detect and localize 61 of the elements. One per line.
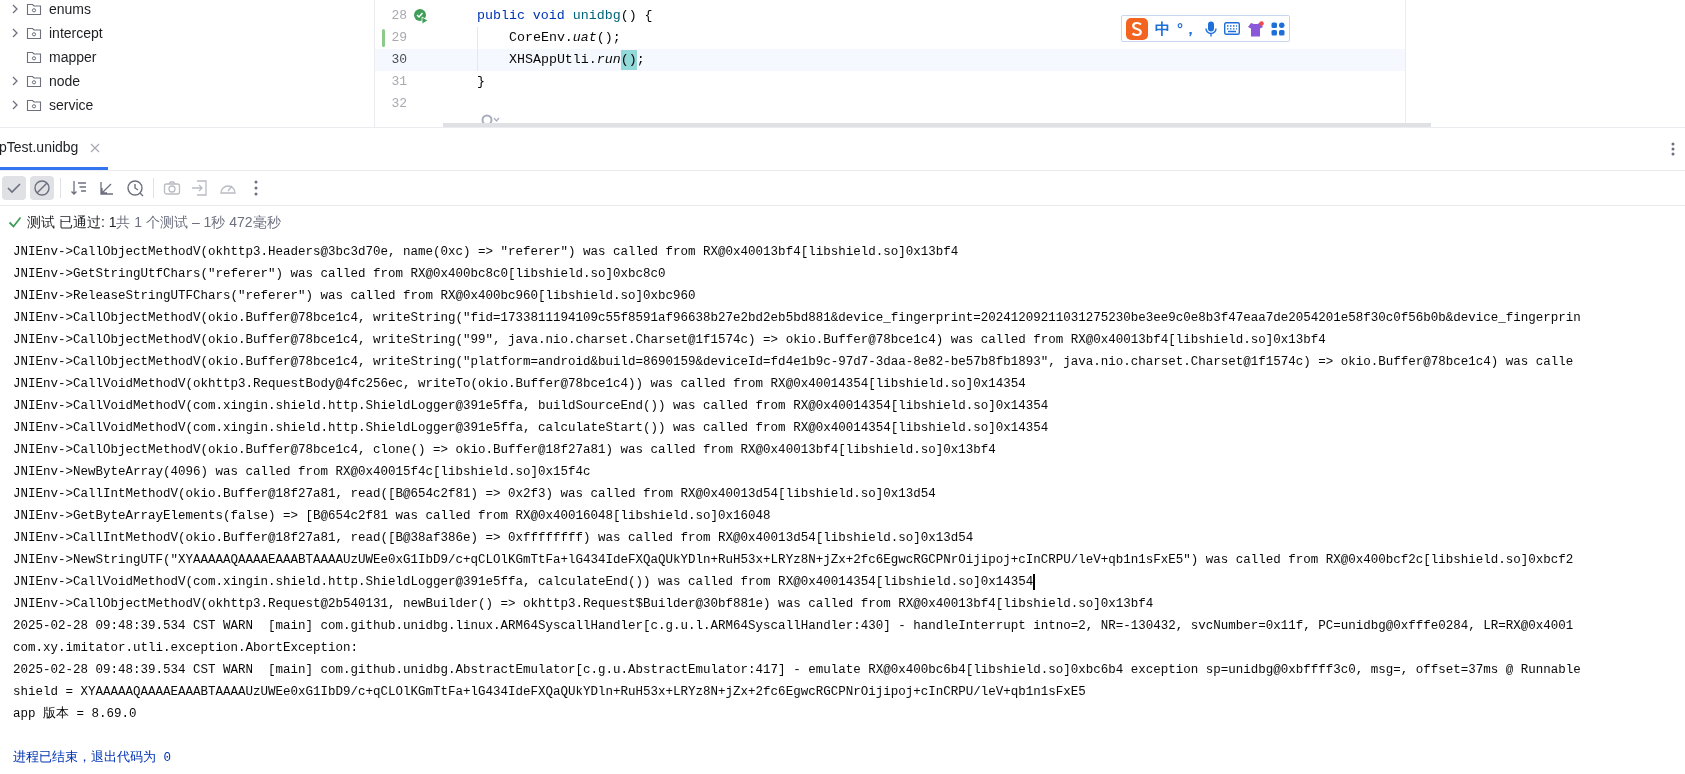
chevron-right-icon[interactable] <box>10 100 20 110</box>
close-icon[interactable] <box>90 142 101 153</box>
console-line: JNIEnv->CallIntMethodV(okio.Buffer@18f27a81, read([B@654c2f81) => 0x2f3) was called from RX@0x40013d54[libshield.so]0x13d54 <box>13 485 936 503</box>
change-marker[interactable] <box>382 29 385 47</box>
package-folder-icon <box>26 50 42 64</box>
code-line: CoreEnv.uat(); <box>509 29 621 48</box>
console-line: JNIEnv->CallVoidMethodV(com.xingin.shield.http.ShieldLogger@391e5ffa, calculateStart()) was called from RX@0x40014354[libshield.so]0x14354 <box>13 419 1049 437</box>
console-line: JNIEnv->CallObjectMethodV(okhttp3.Headers@3bc3d70e, name(0xc) => "referer") was called from RX@0x40013bf4[libshield.so]0x13bf4 <box>13 243 959 261</box>
console-line: JNIEnv->CallObjectMethodV(okio.Buffer@78bce1c4, writeString("platform=android&build=8690159&deviceId=fd4e1b9c-97d7-3daa-8e82-be57b8fb1893", java.nio.charset.Charset@1f1574c) => okio.Buffer@78bce1c4) was calle <box>13 353 1574 371</box>
exit-message: 进程已结束，退出代码为 0 <box>13 749 171 767</box>
line-number: 28 <box>390 7 407 26</box>
console-line: 2025-02-28 09:48:39.534 CST WARN [main] com.github.unidbg.AbstractEmulator[c.g.u.AbstractEmulator:417] - emulate RX@0x400bc6b4[libshield.so]0xbc6b4 exception sp=unidbg@0xbffff3c0, msg=, offset=37ms @ Runnable <box>13 661 1581 679</box>
code-line: XHSAppUtli.run(); <box>509 50 645 70</box>
console-line: JNIEnv->CallObjectMethodV(okio.Buffer@78bce1c4, writeString("fid=1733811194109c55f8591af96638b27e2bd2eb5bd881&device_fingerprint=20241209211031275230be3ee9c0e8b3f47eaa7de2054201e58f30c0f56b0b&device_fingerprin <box>13 309 1581 327</box>
package-folder-icon <box>26 2 42 16</box>
console-line: JNIEnv->CallObjectMethodV(okio.Buffer@78bce1c4, clone() => okio.Buffer@18f27a81) was called from RX@0x40013bf4[libshield.so]0x13bf4 <box>13 441 996 459</box>
ime-mode-toggle[interactable]: 中 <box>1155 21 1170 36</box>
line-number: 30 <box>390 51 407 70</box>
line-number: 31 <box>390 73 407 92</box>
chevron-right-icon[interactable] <box>10 28 20 38</box>
run-test-icon[interactable] <box>413 8 429 24</box>
package-folder-icon <box>26 74 42 88</box>
console-line: JNIEnv->NewStringUTF("XYAAAAAQAAAAEAAABTAAAAUzUWEe0xG1IbD9/c+qCLOlKGmTtFa+lG434IdeFXQaQUkYDln+RuH53x+LRYz8N+jZx+2fc6EgwcRGCPNrOijipoj+cInCRPU/leV+qb1n1sFxE5") was called from RX@0x400bcf2c[libshield.so]0xbcf2 <box>13 551 1574 569</box>
package-folder-icon <box>26 26 42 40</box>
horizontal-scrollbar[interactable] <box>443 123 1431 127</box>
tree-item[interactable]: intercept <box>49 22 103 44</box>
console-line: JNIEnv->CallIntMethodV(okio.Buffer@18f27a81, read([B@38af386e) => 0xffffffff) was called from RX@0x40013d54[libshield.so]0x13d54 <box>13 529 974 547</box>
console-line: JNIEnv->CallObjectMethodV(okhttp3.Request@2b540131, newBuilder() => okhttp3.Request$Builder@30bf881e) was called from RX@0x40013bf4[libshield.so]0x13bf4 <box>13 595 1154 613</box>
console-line: JNIEnv->GetStringUtfChars("referer") was called from RX@0x400bc8c0[libshield.so]0xbc8c0 <box>13 265 666 283</box>
package-folder-icon <box>26 98 42 112</box>
test-status-detail: 共 1 个测试 – 1秒 472毫秒 <box>116 212 281 232</box>
tree-item[interactable]: service <box>49 94 94 116</box>
line-number: 32 <box>390 95 407 114</box>
tree-item[interactable]: mapper <box>49 46 97 68</box>
console-line: 2025-02-28 09:48:39.534 CST WARN [main] com.github.unidbg.linux.ARM64SyscallHandler[c.g.u.l.ARM64SyscallHandler:430] - handleInterrupt intno=2, NR=-130432, svcNumber=0x11f, PC=unidbg@0xfffe0284, LR=RX@0x4001 <box>13 617 1574 635</box>
console-line: JNIEnv->NewByteArray(4096) was called from RX@0x40015f4c[libshield.so]0x15f4c <box>13 463 591 481</box>
code-line: } <box>477 73 485 92</box>
console-line: JNIEnv->CallVoidMethodV(okhttp3.RequestBody@4fc256ec, writeTo(okio.Buffer@78bce1c4)) was called from RX@0x40014354[libshield.so]0x14354 <box>13 375 1026 393</box>
tree-item[interactable]: enums <box>49 0 92 20</box>
ime-mode-toggle[interactable]: °， <box>1177 21 1198 36</box>
chevron-right-icon[interactable] <box>10 4 20 14</box>
chevron-right-icon[interactable] <box>10 76 20 86</box>
run-tab[interactable]: pTest.unidbg <box>0 128 109 170</box>
tree-item[interactable]: node <box>49 70 81 92</box>
console-line: JNIEnv->CallObjectMethodV(okio.Buffer@78bce1c4, writeString("99", java.nio.charset.Charset@1f1574c) => okio.Buffer@78bce1c4) was called from RX@0x40013bf4[libshield.so]0x13bf4 <box>13 331 1326 349</box>
keyboard-icon[interactable] <box>1224 22 1240 35</box>
grid-icon[interactable] <box>1271 21 1285 36</box>
console-line: JNIEnv->GetByteArrayElements(false) => [B@654c2f81 was called from RX@0x40016048[libshield.so]0x16048 <box>13 507 771 525</box>
microphone-icon[interactable] <box>1205 20 1217 37</box>
code-line: public void unidbg() { <box>477 7 653 26</box>
console-line: com.xy.imitator.utli.exception.AbortException: <box>13 639 359 657</box>
line-number: 29 <box>390 29 407 48</box>
console-line: JNIEnv->CallVoidMethodV(com.xingin.shield.http.ShieldLogger@391e5ffa, buildSourceEnd()) was called from RX@0x40014354[libshield.so]0x14354 <box>13 397 1049 415</box>
test-status-label: 测试 已通过: 1 <box>27 212 117 232</box>
console-line: JNIEnv->ReleaseStringUTFChars("referer") was called from RX@0x400bc960[libshield.so]0xbc960 <box>13 287 696 305</box>
console-line: shield = XYAAAAAQAAAAEAAABTAAAAUzUWEe0xG1IbD9/c+qCLOlKGmTtFa+lG434IdeFXQaQUkYDln+RuH53x+LRYz8N+jZx+2fc6EgwcRGCPNrOijipoj+cInCRPU/leV+qb1n1sFxE5 <box>13 683 1086 701</box>
s-logo-icon[interactable] <box>1126 17 1148 40</box>
more-icon[interactable] <box>1671 142 1675 156</box>
console-line: JNIEnv->CallVoidMethodV(com.xingin.shield.http.ShieldLogger@391e5ffa, calculateEnd()) was called from RX@0x40014354[libshield.so]0x14354 <box>13 573 1034 591</box>
console-line: app 版本 = 8.69.0 <box>13 705 137 723</box>
shirt-icon[interactable] <box>1247 20 1264 37</box>
